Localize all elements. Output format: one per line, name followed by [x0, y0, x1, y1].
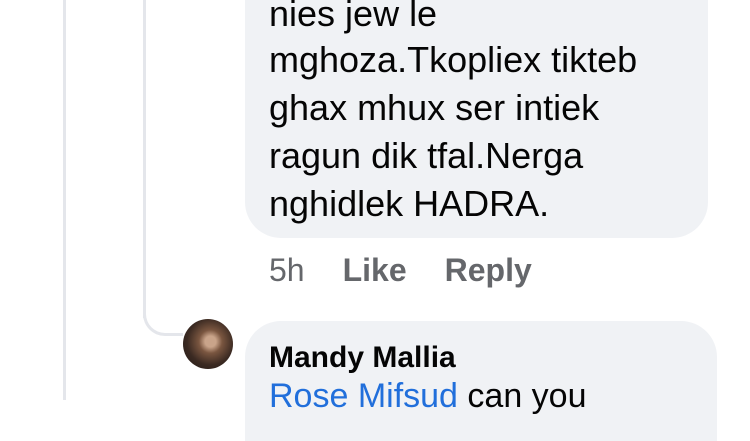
reply-text: Rose Mifsud can you — [269, 378, 587, 414]
comment-timestamp[interactable]: 5h — [269, 252, 305, 288]
comment-text-line: mghoza.Tkopliex tikteb — [269, 39, 638, 80]
reply-body-text: can you — [457, 377, 587, 415]
comment-text-line: nies jew le — [269, 0, 438, 34]
comment-text-line: ragun dik tfal.Nerga — [269, 135, 584, 176]
thread-line — [63, 0, 66, 400]
avatar[interactable] — [183, 319, 233, 369]
reply-thread-connector — [143, 290, 183, 336]
reply-button[interactable]: Reply — [445, 252, 532, 288]
like-button[interactable]: Like — [343, 252, 407, 288]
comment-actions: 5h Like Reply — [269, 252, 532, 288]
reply-thread-line — [143, 0, 146, 318]
reply-author-name[interactable]: Mandy Mallia — [269, 340, 456, 376]
mention-link[interactable]: Rose Mifsud — [269, 377, 458, 415]
comment-text-line: nghidlek HADRA. — [269, 183, 550, 224]
comment-text-line: ghax mhux ser intiek — [269, 87, 600, 128]
